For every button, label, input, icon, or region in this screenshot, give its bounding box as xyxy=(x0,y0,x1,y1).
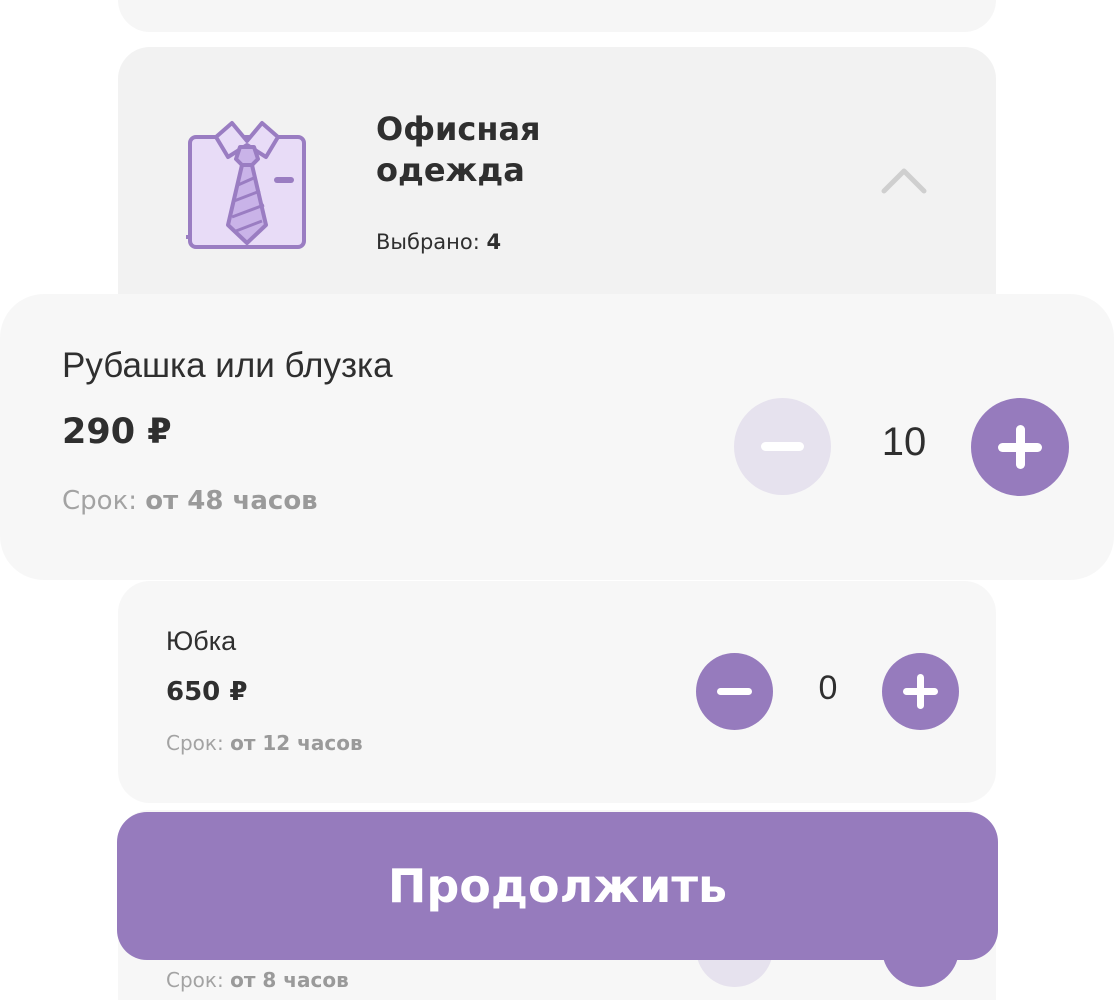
category-title: Офисная одежда xyxy=(376,110,541,189)
item-name: Рубашка или блузка xyxy=(62,346,393,385)
item-term: Срок: от 48 часов xyxy=(62,486,318,516)
chevron-up-icon[interactable] xyxy=(880,165,928,195)
decrease-quantity-button[interactable] xyxy=(734,398,831,495)
item-price: 650 ₽ xyxy=(166,677,248,707)
decrease-quantity-button[interactable] xyxy=(696,653,773,730)
item-price: 290 ₽ xyxy=(62,412,172,452)
increase-quantity-button[interactable] xyxy=(882,653,959,730)
item-term: Срок: от 8 часов xyxy=(166,968,349,992)
continue-button[interactable]: Продолжить xyxy=(117,812,998,960)
category-selected-count: Выбрано: 4 xyxy=(376,230,502,254)
increase-quantity-button[interactable] xyxy=(971,398,1069,496)
item-quantity: 10 xyxy=(881,420,927,464)
screen: Офисная одежда Выбрано: 4 Рубашка или бл… xyxy=(0,0,1114,1000)
item-term: Срок: от 12 часов xyxy=(166,731,363,755)
item-quantity: 0 xyxy=(818,669,838,707)
shirt-tie-icon xyxy=(186,121,306,249)
item-card-shirt: Рубашка или блузка 290 ₽ Срок: от 48 час… xyxy=(0,294,1114,580)
item-name: Юбка xyxy=(166,626,237,656)
item-card-skirt: Юбка 650 ₽ Срок: от 12 часов 0 xyxy=(118,581,996,803)
previous-category-card xyxy=(118,0,996,32)
